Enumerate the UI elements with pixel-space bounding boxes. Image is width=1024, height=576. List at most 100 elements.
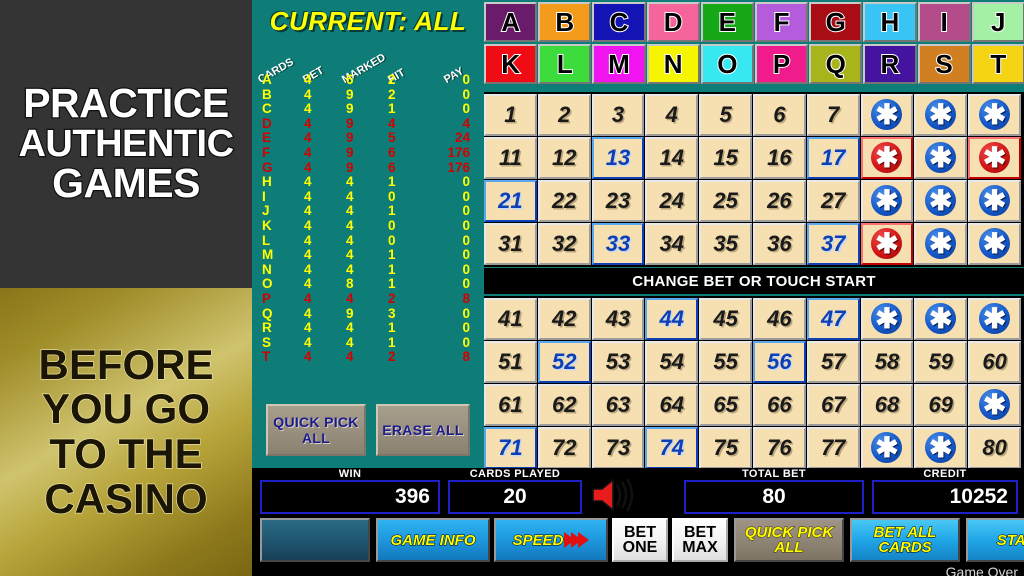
speed-button[interactable]: SPEED	[494, 518, 608, 562]
blank-button[interactable]	[260, 518, 370, 562]
top-cell-34[interactable]: 34	[645, 223, 699, 265]
top-cell-36[interactable]: 36	[752, 223, 806, 265]
bottom-cell-46[interactable]: 46	[752, 298, 806, 340]
card-letter-o[interactable]: O	[700, 44, 754, 84]
bet-all-cards-button[interactable]: BET ALL CARDS	[850, 518, 960, 562]
quick-pick-all-button-paytable[interactable]: QUICK PICK ALL	[266, 404, 366, 456]
card-letter-q[interactable]: Q	[809, 44, 863, 84]
card-letter-t[interactable]: T	[971, 44, 1024, 84]
top-cell-star-28[interactable]: ✱	[914, 180, 968, 222]
top-cell-15[interactable]: 15	[699, 137, 752, 179]
erase-all-button[interactable]: ERASE ALL	[376, 404, 470, 456]
bottom-cell-69[interactable]: 69	[914, 384, 968, 426]
bottom-cell-64[interactable]: 64	[645, 384, 699, 426]
bottom-cell-41[interactable]: 41	[484, 298, 537, 340]
bottom-cell-58[interactable]: 58	[860, 341, 914, 383]
top-cell-5[interactable]: 5	[699, 94, 752, 136]
bottom-cell-53[interactable]: 53	[591, 341, 645, 383]
bottom-cell-77[interactable]: 77	[806, 427, 860, 469]
bottom-cell-76[interactable]: 76	[752, 427, 806, 469]
top-cell-3[interactable]: 3	[591, 94, 645, 136]
top-cell-21-marked[interactable]: 21	[484, 180, 537, 222]
bottom-cell-68[interactable]: 68	[860, 384, 914, 426]
top-cell-32[interactable]: 32	[537, 223, 591, 265]
card-letter-a[interactable]: A	[484, 2, 538, 42]
top-cell-star-39[interactable]: ✱	[968, 223, 1021, 265]
card-letter-p[interactable]: P	[754, 44, 809, 84]
card-letter-r[interactable]: R	[863, 44, 917, 84]
bottom-cell-star-8[interactable]: ✱	[914, 298, 968, 340]
bottom-cell-65[interactable]: 65	[699, 384, 752, 426]
top-cell-star-8[interactable]: ✱	[914, 94, 968, 136]
bottom-cell-62[interactable]: 62	[537, 384, 591, 426]
card-letter-s[interactable]: S	[917, 44, 971, 84]
top-cell-31[interactable]: 31	[484, 223, 537, 265]
card-letter-i[interactable]: I	[917, 2, 971, 42]
bottom-cell-54[interactable]: 54	[645, 341, 699, 383]
bottom-cell-51[interactable]: 51	[484, 341, 537, 383]
card-letter-m[interactable]: M	[592, 44, 646, 84]
bottom-cell-47-marked[interactable]: 47	[806, 298, 860, 340]
top-cell-star-18[interactable]: ✱	[914, 137, 968, 179]
top-cell-1[interactable]: 1	[484, 94, 537, 136]
bottom-cell-73[interactable]: 73	[591, 427, 645, 469]
top-cell-22[interactable]: 22	[537, 180, 591, 222]
bottom-cell-74-marked[interactable]: 74	[645, 427, 699, 469]
card-letter-n[interactable]: N	[646, 44, 700, 84]
top-cell-4[interactable]: 4	[645, 94, 699, 136]
bottom-cell-75[interactable]: 75	[699, 427, 752, 469]
bet-one-button[interactable]: BET ONE	[612, 518, 668, 562]
bottom-cell-star-29[interactable]: ✱	[968, 384, 1021, 426]
bottom-cell-66[interactable]: 66	[752, 384, 806, 426]
top-cell-star-37[interactable]: ✱	[860, 223, 914, 265]
bottom-cell-59[interactable]: 59	[914, 341, 968, 383]
top-cell-24[interactable]: 24	[645, 180, 699, 222]
bottom-cell-63[interactable]: 63	[591, 384, 645, 426]
card-letter-e[interactable]: E	[700, 2, 754, 42]
bottom-cell-star-9[interactable]: ✱	[968, 298, 1021, 340]
top-cell-26[interactable]: 26	[752, 180, 806, 222]
bottom-cell-80[interactable]: 80	[968, 427, 1021, 469]
top-cell-star-7[interactable]: ✱	[860, 94, 914, 136]
top-cell-13-marked[interactable]: 13	[591, 137, 645, 179]
quick-pick-all-button[interactable]: QUICK PICK ALL	[734, 518, 844, 562]
card-letter-c[interactable]: C	[592, 2, 646, 42]
bottom-cell-star-7[interactable]: ✱	[860, 298, 914, 340]
top-cell-star-17[interactable]: ✱	[860, 137, 914, 179]
card-letter-j[interactable]: J	[971, 2, 1024, 42]
top-cell-14[interactable]: 14	[645, 137, 699, 179]
bottom-cell-star-37[interactable]: ✱	[860, 427, 914, 469]
top-cell-17-marked[interactable]: 17	[806, 137, 860, 179]
top-cell-star-27[interactable]: ✱	[860, 180, 914, 222]
bottom-cell-56-marked[interactable]: 56	[752, 341, 806, 383]
card-letter-d[interactable]: D	[646, 2, 700, 42]
top-cell-23[interactable]: 23	[591, 180, 645, 222]
bottom-cell-44-marked[interactable]: 44	[645, 298, 699, 340]
top-cell-37-marked[interactable]: 37	[806, 223, 860, 265]
bottom-cell-67[interactable]: 67	[806, 384, 860, 426]
bottom-cell-72[interactable]: 72	[537, 427, 591, 469]
bottom-cell-55[interactable]: 55	[699, 341, 752, 383]
top-cell-27[interactable]: 27	[806, 180, 860, 222]
card-letter-b[interactable]: B	[538, 2, 592, 42]
card-letter-k[interactable]: K	[484, 44, 538, 84]
top-cell-2[interactable]: 2	[537, 94, 591, 136]
top-cell-12[interactable]: 12	[537, 137, 591, 179]
card-letter-h[interactable]: H	[863, 2, 917, 42]
top-cell-star-9[interactable]: ✱	[968, 94, 1021, 136]
top-cell-35[interactable]: 35	[699, 223, 752, 265]
top-cell-6[interactable]: 6	[752, 94, 806, 136]
bet-max-button[interactable]: BET MAX	[672, 518, 728, 562]
card-letter-g[interactable]: G	[809, 2, 863, 42]
top-cell-11[interactable]: 11	[484, 137, 537, 179]
card-letter-l[interactable]: L	[538, 44, 592, 84]
bottom-cell-43[interactable]: 43	[591, 298, 645, 340]
bottom-cell-star-38[interactable]: ✱	[914, 427, 968, 469]
start-button[interactable]: START	[966, 518, 1024, 562]
bottom-cell-45[interactable]: 45	[699, 298, 752, 340]
bottom-cell-52-marked[interactable]: 52	[537, 341, 591, 383]
top-cell-star-38[interactable]: ✱	[914, 223, 968, 265]
top-cell-33-marked[interactable]: 33	[591, 223, 645, 265]
game-info-button[interactable]: GAME INFO	[376, 518, 490, 562]
bottom-cell-61[interactable]: 61	[484, 384, 537, 426]
